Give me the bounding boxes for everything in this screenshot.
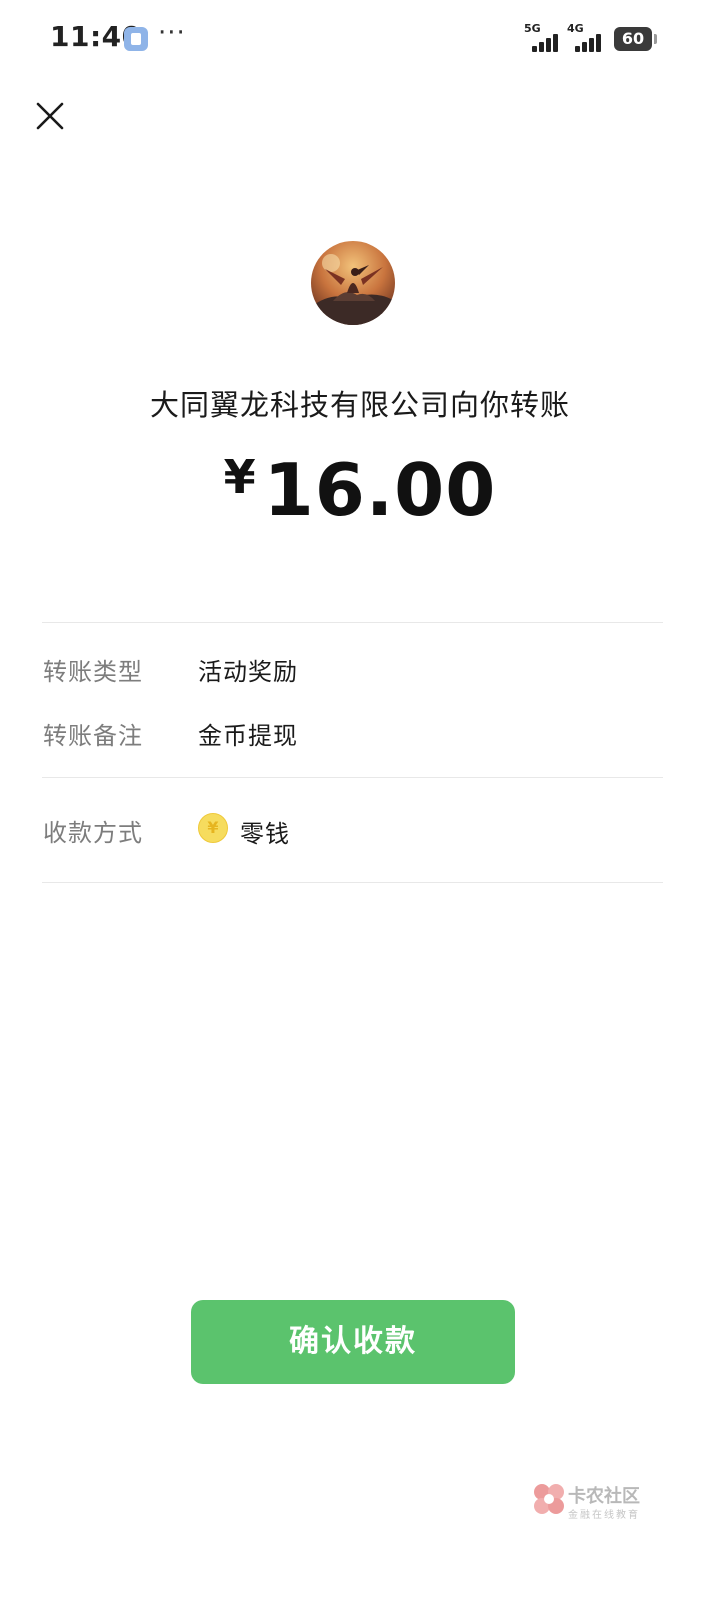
receive-method-label: 收款方式 — [43, 819, 143, 847]
transfer-amount: ¥16.00 — [0, 448, 720, 532]
watermark-logo-icon — [534, 1484, 564, 1514]
notification-app-icon — [124, 27, 148, 51]
transfer-note-label: 转账备注 — [43, 722, 143, 750]
divider-bottom — [42, 882, 663, 883]
signal-5g-icon: 5G — [524, 22, 564, 52]
transfer-type-value: 活动奖励 — [198, 658, 298, 686]
battery-icon: 60 — [614, 27, 657, 51]
currency-symbol: ¥ — [223, 450, 256, 504]
payer-avatar — [311, 241, 395, 325]
avatar-dragon-image — [311, 241, 395, 325]
amount-value: 16.00 — [263, 448, 497, 532]
divider-top — [42, 622, 663, 623]
close-icon — [36, 102, 64, 130]
watermark-slogan: 金融在线教育 — [568, 1510, 640, 1521]
more-notifications-icon: ··· — [158, 18, 186, 48]
signal-4g-icon: 4G — [567, 22, 607, 52]
divider-middle — [42, 777, 663, 778]
transfer-title: 大同翼龙科技有限公司向你转账 — [149, 388, 570, 422]
receive-method-value[interactable]: 零钱 — [240, 814, 290, 849]
status-bar: 11:40 ··· 5G 4G 60 — [0, 0, 720, 80]
close-button[interactable] — [30, 96, 70, 136]
watermark: 卡农社区 金融在线教育 — [530, 1478, 680, 1530]
transfer-note-value: 金币提现 — [198, 722, 298, 750]
watermark-name: 卡农社区 — [568, 1486, 640, 1507]
coin-icon: ¥ — [198, 813, 228, 843]
confirm-receive-button[interactable]: 确认收款 — [191, 1300, 515, 1384]
transfer-type-label: 转账类型 — [43, 658, 143, 686]
